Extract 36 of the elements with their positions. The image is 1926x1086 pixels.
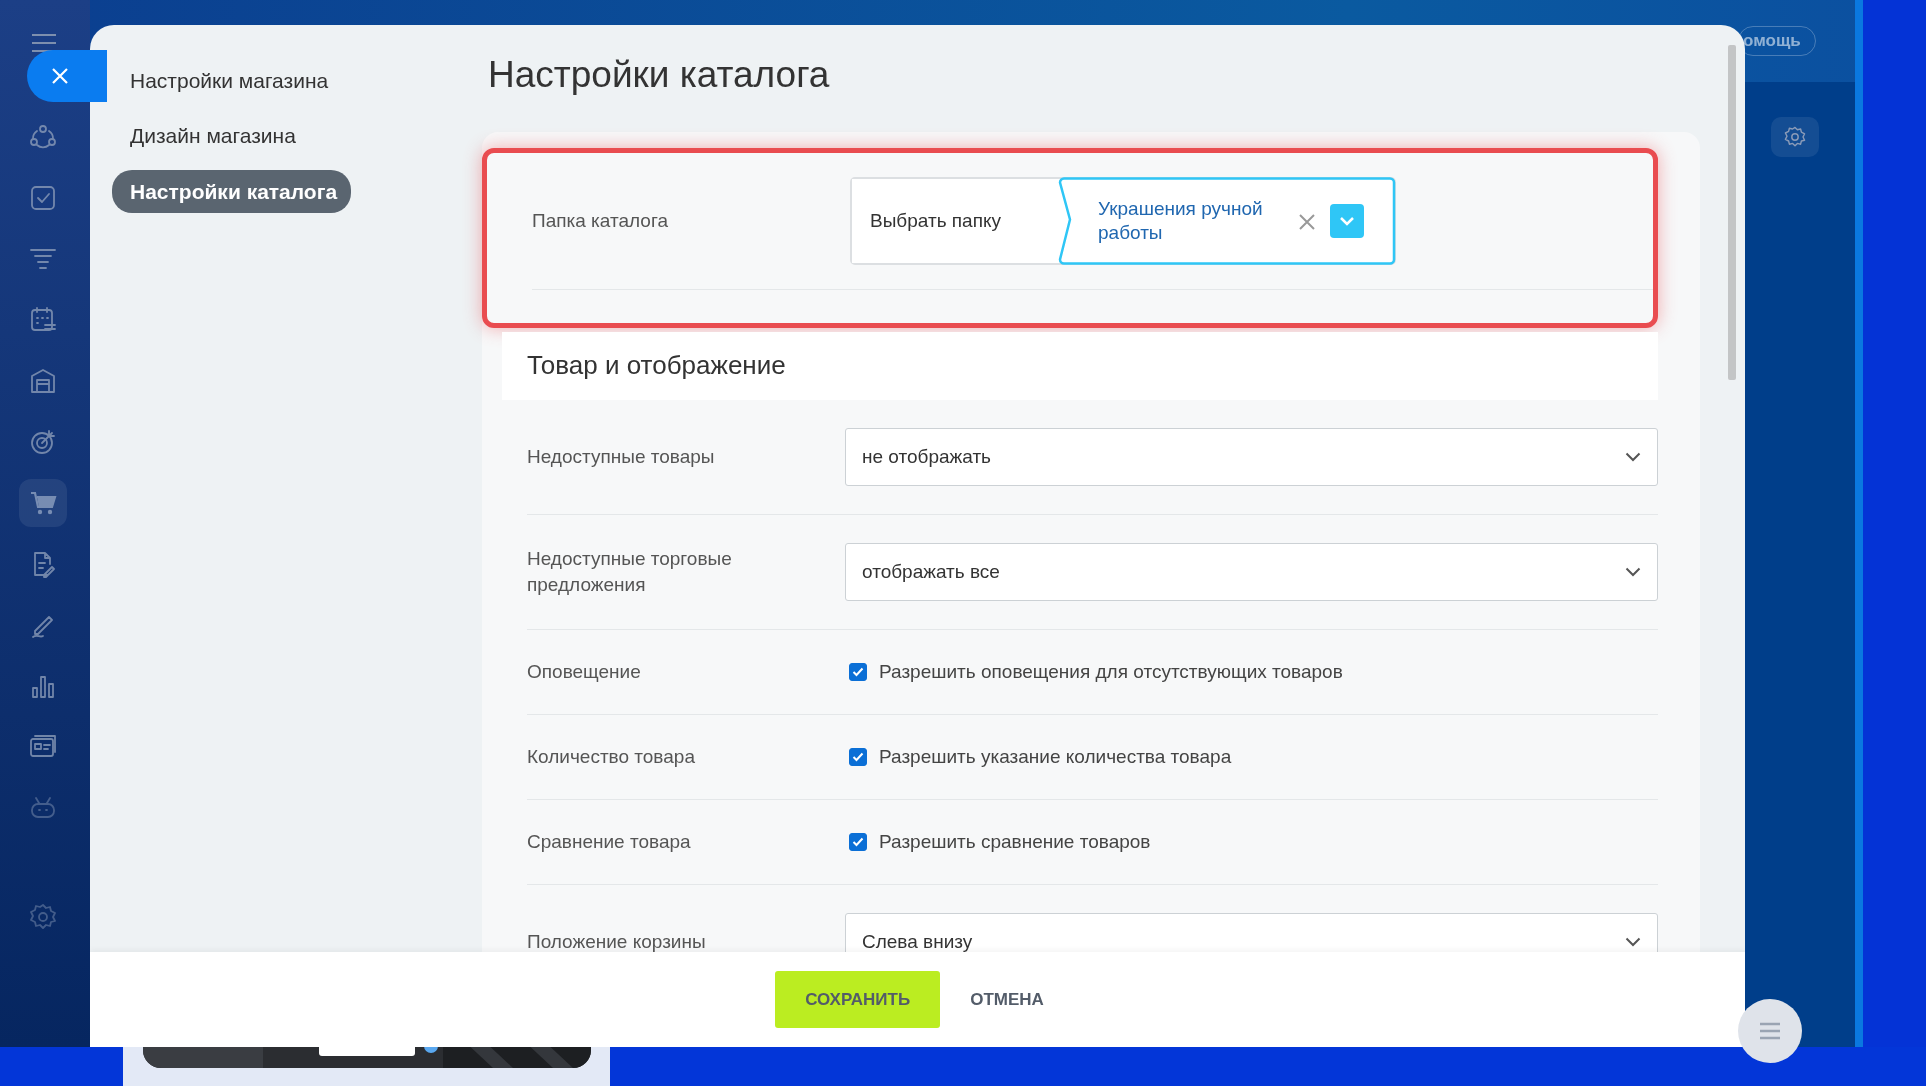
field-label: Папка каталога xyxy=(532,209,669,234)
select-field[interactable]: отображать все xyxy=(845,543,1658,601)
scrollbar[interactable] xyxy=(1728,45,1736,380)
dropdown-button[interactable] xyxy=(1330,204,1364,238)
close-icon xyxy=(51,67,69,85)
cart-icon[interactable] xyxy=(19,479,67,527)
folder-picker[interactable]: Выбрать папку Украшения ручной работы xyxy=(850,177,1396,265)
checkbox[interactable] xyxy=(849,833,867,851)
checkbox-label[interactable]: Разрешить оповещения для отсутствующих товаров xyxy=(879,657,1343,687)
field-label: Оповещение xyxy=(527,660,642,685)
settings-button[interactable] xyxy=(1771,117,1819,157)
field-label: Количество товара xyxy=(527,745,696,770)
settings-nav-link[interactable]: Дизайн магазина xyxy=(112,114,310,158)
chevron-down-icon xyxy=(1625,937,1641,947)
chevron-down-icon xyxy=(1625,567,1641,577)
chevron-down-icon xyxy=(1625,452,1641,462)
checkbox-label[interactable]: Разрешить сравнение товаров xyxy=(879,827,1151,857)
checkbox[interactable] xyxy=(849,663,867,681)
field-label: Недоступные торговые предложения xyxy=(527,547,733,597)
chevron-down-icon xyxy=(1339,216,1355,226)
field-label: Положение корзины xyxy=(527,930,707,955)
section-title: Товар и отображение xyxy=(527,350,786,382)
selected-folder: Украшения ручной работы xyxy=(1098,197,1264,245)
cancel-button[interactable]: ОТМЕНА xyxy=(964,985,1050,1014)
save-button[interactable]: СОХРАНИТЬ xyxy=(775,971,941,1028)
close-button[interactable] xyxy=(27,50,107,102)
field-label: Сравнение товара xyxy=(527,830,692,855)
checkbox[interactable] xyxy=(849,748,867,766)
checkbox-label[interactable]: Разрешить указание количества товара xyxy=(879,742,1232,772)
settings-nav-link[interactable]: Настройки магазина xyxy=(112,59,343,103)
page-title: Настройки каталога xyxy=(488,53,830,97)
menu-icon xyxy=(1757,1021,1783,1041)
select-field[interactable]: не отображать xyxy=(845,428,1658,486)
field-label: Недоступные товары xyxy=(527,445,716,470)
settings-icon xyxy=(1783,125,1807,149)
settings-nav-link[interactable]: Настройки каталога xyxy=(112,169,352,213)
